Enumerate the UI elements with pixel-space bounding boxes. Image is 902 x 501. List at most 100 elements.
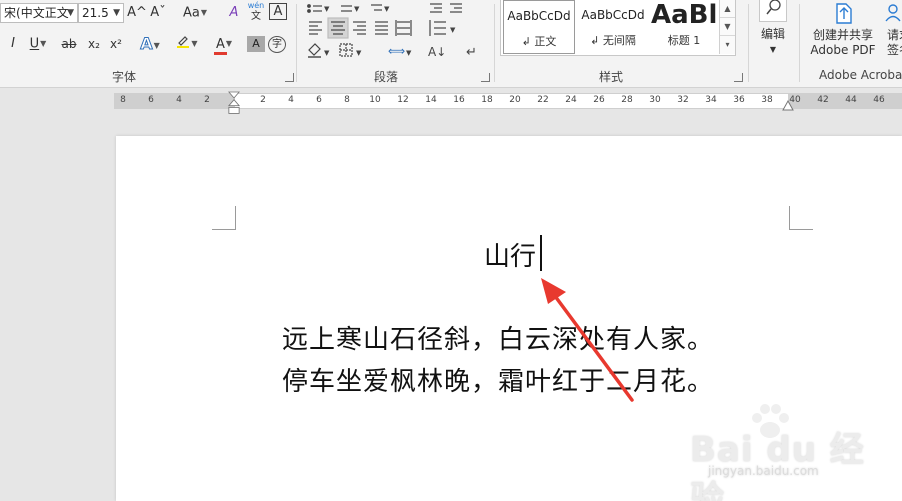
font-color-swatch (213, 51, 227, 55)
gallery-down-icon[interactable]: ▼ (720, 18, 735, 36)
ruler-tick-label: 6 (316, 95, 322, 105)
style-sample: AaBbCcDd (507, 9, 571, 23)
font-color-button[interactable]: A ▼ (208, 33, 240, 55)
bullets-button[interactable] (305, 0, 335, 16)
italic-button[interactable]: I (4, 33, 22, 55)
editing-button[interactable]: 编辑 ▼ (756, 0, 790, 56)
poem-line-2[interactable]: 停车坐爱枫林晚，霜叶红于二月花。 (282, 361, 714, 398)
phonetic-guide-button[interactable]: wén 文 (246, 0, 266, 22)
ruler-tick-label: 46 (873, 95, 885, 105)
margin-corner-mark (212, 206, 236, 230)
highlighter-icon (176, 34, 190, 48)
ruler-tick-label: 8 (344, 95, 350, 105)
highlight-color-button[interactable]: ▼ (171, 33, 203, 55)
create-share-pdf-button[interactable]: 创建并共享 Adobe PDF (806, 0, 880, 62)
enclose-characters-button[interactable]: 字 (268, 36, 286, 53)
superscript-button[interactable]: x² (106, 33, 126, 55)
character-shading-button[interactable]: A (247, 36, 265, 52)
ruler-tick-label: 12 (397, 95, 409, 105)
font-dialog-launcher-icon[interactable] (285, 73, 294, 82)
ruler-tick-label: 14 (425, 95, 437, 105)
margin-corner-mark (789, 206, 813, 230)
style-no-spacing[interactable]: AaBbCcDd ↲ 无间隔 (577, 0, 649, 54)
gallery-up-icon[interactable]: ▲ (720, 0, 735, 18)
ruler-tick-label: 18 (481, 95, 493, 105)
ruler-tick-label: 20 (509, 95, 521, 105)
style-normal[interactable]: AaBbCcDd ↲ 正文 (503, 0, 575, 54)
underline-button[interactable]: U▼ (24, 33, 52, 55)
strikethrough-button[interactable]: ab (58, 33, 80, 55)
chinese-layout-icon: ⟺ (388, 44, 405, 58)
sort-icon: A↓ (428, 45, 446, 59)
right-indent-marker-icon[interactable] (782, 100, 794, 112)
paragraph-dialog-launcher-icon[interactable] (481, 73, 490, 82)
gallery-more-icon[interactable]: ▾ (720, 36, 735, 54)
acrobat-group-label: Adobe Acrobat (819, 68, 902, 82)
baidu-jingyan-watermark: Bai du 经验 jingyan.baidu.com (690, 402, 890, 501)
ruler-tick-label: 10 (369, 95, 381, 105)
align-center-button[interactable] (328, 18, 348, 38)
ruler-tick-label: 4 (176, 95, 182, 105)
styles-dialog-launcher-icon[interactable] (734, 73, 743, 82)
subscript-label: x₂ (88, 37, 100, 51)
svg-text:▼: ▼ (384, 5, 390, 13)
ruler-tick-label: 34 (705, 95, 717, 105)
styles-group-label: 样式 (599, 70, 624, 84)
chevron-down-icon: ▼ (769, 45, 777, 54)
create-share-label-1: 创建并共享 (812, 28, 873, 42)
ruler-tick-label: 26 (593, 95, 605, 105)
shrink-font-icon: Aˇ (150, 5, 166, 20)
grow-font-button[interactable]: A^ (127, 2, 147, 24)
character-border-button[interactable]: A (269, 3, 287, 20)
text-caret (540, 235, 542, 271)
chevron-down-icon: ▼ (200, 8, 207, 17)
change-case-button[interactable]: Aa▼ (177, 2, 213, 24)
chevron-down-icon: ▼ (225, 39, 233, 48)
search-icon (759, 0, 787, 22)
ruler-tick-label: 28 (621, 95, 633, 105)
multilevel-list-icon (371, 4, 382, 11)
font-size-value: 21.5 (82, 6, 109, 20)
ruler-tick-label: 16 (453, 95, 465, 105)
request-signature-button[interactable]: 请求 签名 (882, 0, 902, 62)
font-size-combobox[interactable]: 21.5 ▼ (78, 3, 124, 23)
justify-icon (375, 21, 388, 35)
borders-icon (339, 43, 353, 57)
gallery-scroll: ▲ ▼ ▾ (719, 0, 735, 54)
ruler-tick-label: 4 (288, 95, 294, 105)
font-name-value: (中文正文 (16, 6, 69, 20)
char-border-label: A (273, 4, 283, 19)
style-heading-1[interactable]: AaBl 标题 1 (651, 0, 717, 54)
indent-marker-icon[interactable] (228, 89, 240, 119)
show-paragraph-marks-icon: ↵ (466, 45, 477, 60)
increase-indent-icon (450, 3, 462, 13)
clear-format-icon: A (229, 5, 239, 20)
paragraph-mark-icon: ↲ (590, 34, 603, 47)
style-name: 标题 1 (667, 34, 701, 47)
line-spacing-icon (429, 20, 446, 36)
svg-text:▼: ▼ (406, 49, 412, 57)
group-separator (748, 4, 749, 82)
shrink-font-button[interactable]: Aˇ (148, 2, 168, 24)
svg-text:▼: ▼ (356, 49, 362, 57)
text-effects-button[interactable]: A▼ (136, 33, 164, 55)
subscript-button[interactable]: x₂ (84, 33, 104, 55)
ruler-area: 8 6 4 2 2 4 6 8 10 12 14 16 18 20 22 24 26 28 30 32 34 36 38 40… (0, 88, 902, 118)
paragraph-mark-icon: ↲ (521, 35, 535, 48)
poem-line-1[interactable]: 远上寒山石径斜，白云深处有人家。 (282, 319, 714, 356)
share-pdf-icon (832, 0, 856, 30)
numbering-button[interactable] (338, 0, 368, 16)
font-name-combobox[interactable]: 宋(中文正文 ▼ (0, 3, 78, 23)
style-sample: AaBl (651, 0, 717, 30)
group-separator (799, 4, 800, 82)
style-name: ↲ 正文 (521, 35, 557, 48)
watermark-logo: Bai du 经验 (690, 430, 865, 501)
document-title-text[interactable]: 山行 (484, 236, 536, 273)
ruler-tick-label: 2 (204, 95, 210, 105)
char-shading-label: A (252, 37, 260, 50)
editing-label: 编辑 (760, 27, 785, 41)
font-group-label: 字体 (112, 70, 137, 84)
grow-font-icon: A^ (127, 5, 147, 20)
paragraph-group-label: 段落 (374, 70, 399, 84)
clear-formatting-button[interactable]: A (224, 2, 244, 24)
